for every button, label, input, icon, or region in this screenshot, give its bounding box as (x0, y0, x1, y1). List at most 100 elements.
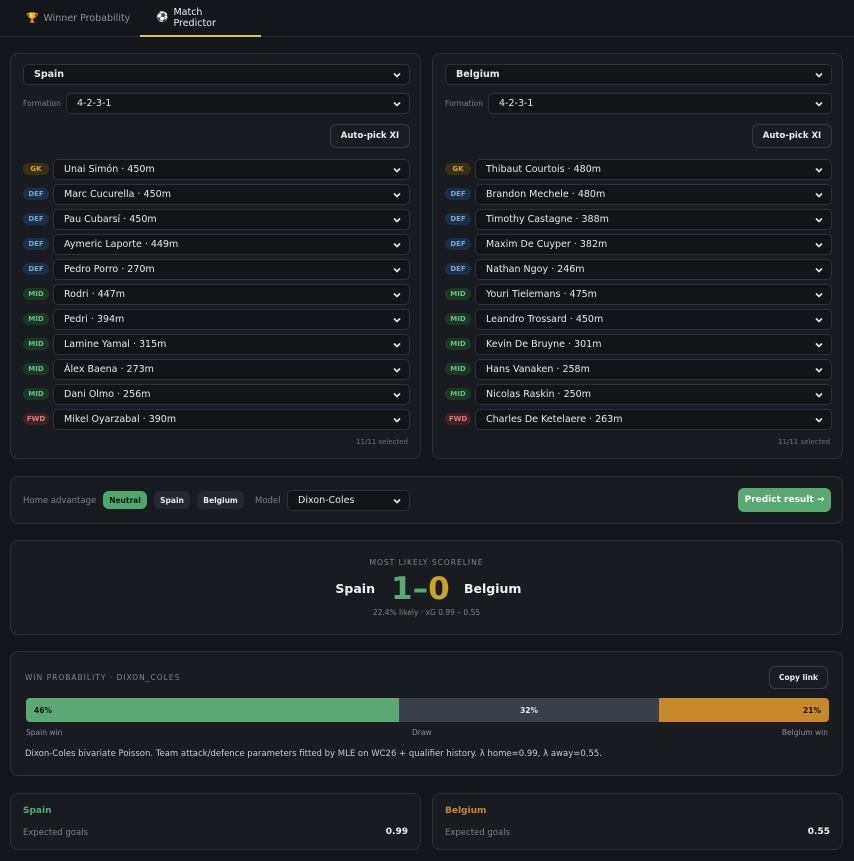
home-advantage-neutral[interactable]: Neutral (103, 491, 147, 509)
home-advantage-belgium[interactable]: Belgium (197, 491, 244, 509)
scoreline-away-team: Belgium (464, 581, 522, 596)
formation-value: 4-2-3-1 (499, 98, 534, 109)
chevron-down-icon (813, 414, 825, 426)
away-team-value: Belgium (456, 69, 500, 80)
copy-link-button[interactable]: Copy link (769, 666, 828, 689)
position-badge: DEF (445, 263, 471, 275)
chevron-down-icon (391, 189, 403, 201)
away-autopick-button[interactable]: Auto-pick XI (752, 124, 832, 148)
position-badge: DEF (23, 263, 49, 275)
chevron-down-icon (391, 264, 403, 276)
chevron-down-icon (813, 389, 825, 401)
player-name: Aymeric Laporte · 449m (64, 239, 179, 250)
tab-winner-probability[interactable]: 🏆 Winner Probability (10, 0, 146, 37)
controls-panel: Home advantage Neutral Spain Belgium Mod… (10, 476, 843, 524)
player-name: Rodri · 447m (64, 289, 126, 300)
player-row: DEF Marc Cucurella · 450m (23, 184, 410, 205)
home-team-select[interactable]: Spain (23, 64, 410, 85)
player-row: DEF Timothy Castagne · 388m (445, 209, 832, 230)
home-team-panel: Spain Formation 4-2-3-1 Auto-pick XI GK U… (10, 53, 421, 459)
away-team-select[interactable]: Belgium (445, 64, 832, 85)
player-row: MID Hans Vanaken · 258m (445, 359, 832, 380)
chevron-down-icon (813, 339, 825, 351)
player-select[interactable]: Unai Simón · 450m (53, 159, 410, 180)
player-select[interactable]: Charles De Ketelaere · 263m (475, 409, 832, 430)
player-select[interactable]: Thibaut Courtois · 480m (475, 159, 832, 180)
player-select[interactable]: Kevin De Bruyne · 301m (475, 334, 832, 355)
formation-value: 4-2-3-1 (77, 98, 112, 109)
player-select[interactable]: Pau Cubarsí · 450m (53, 209, 410, 230)
away-summary-card: Belgium Expected goals 0.55 (432, 793, 843, 850)
position-badge: FWD (23, 413, 49, 425)
away-win-percent: 21% (803, 705, 821, 715)
player-select[interactable]: Pedri · 394m (53, 309, 410, 330)
player-name: Pedro Porro · 270m (64, 264, 155, 275)
player-select[interactable]: Youri Tielemans · 475m (475, 284, 832, 305)
player-row: MID Dani Olmo · 256m (23, 384, 410, 405)
player-row: MID Lamine Yamal · 315m (23, 334, 410, 355)
position-badge: MID (23, 363, 49, 375)
chevron-down-icon (391, 214, 403, 226)
away-summary-team: Belgium (445, 806, 487, 816)
tab-label: Winner Probability (43, 13, 131, 24)
player-select[interactable]: Pedro Porro · 270m (53, 259, 410, 280)
soccer-ball-icon: ⚽ (156, 12, 169, 23)
formation-label: Formation (445, 99, 483, 108)
home-summary-value: 0.99 (385, 827, 408, 837)
player-select[interactable]: Brandon Mechele · 480m (475, 184, 832, 205)
player-select[interactable]: Nicolas Raskin · 250m (475, 384, 832, 405)
home-formation-select[interactable]: 4-2-3-1 (66, 93, 410, 114)
model-select[interactable]: Dixon-Coles (287, 490, 410, 511)
home-selected-count: 11/11 selected (356, 438, 408, 446)
chevron-down-icon (391, 389, 403, 401)
player-select[interactable]: Álex Baena · 273m (53, 359, 410, 380)
player-row: MID Nicolas Raskin · 250m (445, 384, 832, 405)
player-name: Charles De Ketelaere · 263m (486, 414, 623, 425)
player-select[interactable]: Timothy Castagne · 388m (475, 209, 832, 230)
probability-bar: 46% 32% 21% (26, 698, 829, 722)
player-select[interactable]: Marc Cucurella · 450m (53, 184, 410, 205)
player-select[interactable]: Leandro Trossard · 450m (475, 309, 832, 330)
player-name: Maxim De Cuyper · 382m (486, 239, 608, 250)
player-row: MID Youri Tielemans · 475m (445, 284, 832, 305)
player-row: MID Kevin De Bruyne · 301m (445, 334, 832, 355)
position-badge: GK (23, 163, 49, 175)
chevron-down-icon (813, 364, 825, 376)
home-win-label: Spain win (26, 728, 63, 737)
away-formation-select[interactable]: 4-2-3-1 (488, 93, 832, 114)
player-select[interactable]: Dani Olmo · 256m (53, 384, 410, 405)
player-select[interactable]: Aymeric Laporte · 449m (53, 234, 410, 255)
player-select[interactable]: Rodri · 447m (53, 284, 410, 305)
position-badge: DEF (23, 238, 49, 250)
tab-match-predictor[interactable]: ⚽ Match Predictor (140, 0, 261, 37)
chevron-down-icon (813, 264, 825, 276)
position-badge: MID (445, 288, 471, 300)
scoreline-panel: MOST LIKELY SCORELINE Spain 1–0 Belgium … (10, 540, 843, 635)
player-row: MID Leandro Trossard · 450m (445, 309, 832, 330)
player-row: GK Unai Simón · 450m (23, 159, 410, 180)
player-select[interactable]: Lamine Yamal · 315m (53, 334, 410, 355)
home-advantage-spain[interactable]: Spain (154, 491, 190, 509)
away-win-segment: 21% (659, 698, 829, 722)
player-name: Nathan Ngoy · 246m (486, 264, 585, 275)
home-advantage-label: Home advantage (23, 496, 97, 506)
predict-result-button[interactable]: Predict result → (738, 488, 831, 512)
player-select[interactable]: Mikel Oyarzabal · 390m (53, 409, 410, 430)
chevron-down-icon (813, 69, 825, 81)
player-select[interactable]: Maxim De Cuyper · 382m (475, 234, 832, 255)
chevron-down-icon (813, 239, 825, 251)
player-row: DEF Aymeric Laporte · 449m (23, 234, 410, 255)
tab-label: Match Predictor (173, 6, 216, 29)
chevron-down-icon (391, 414, 403, 426)
position-badge: DEF (23, 188, 49, 200)
player-name: Thibaut Courtois · 480m (486, 164, 602, 175)
player-name: Nicolas Raskin · 250m (486, 389, 591, 400)
player-name: Marc Cucurella · 450m (64, 189, 171, 200)
chevron-down-icon (813, 314, 825, 326)
home-autopick-button[interactable]: Auto-pick XI (330, 124, 410, 148)
player-name: Pedri · 394m (64, 314, 125, 325)
player-select[interactable]: Hans Vanaken · 258m (475, 359, 832, 380)
position-badge: FWD (445, 413, 471, 425)
chevron-down-icon (391, 289, 403, 301)
player-select[interactable]: Nathan Ngoy · 246m (475, 259, 832, 280)
